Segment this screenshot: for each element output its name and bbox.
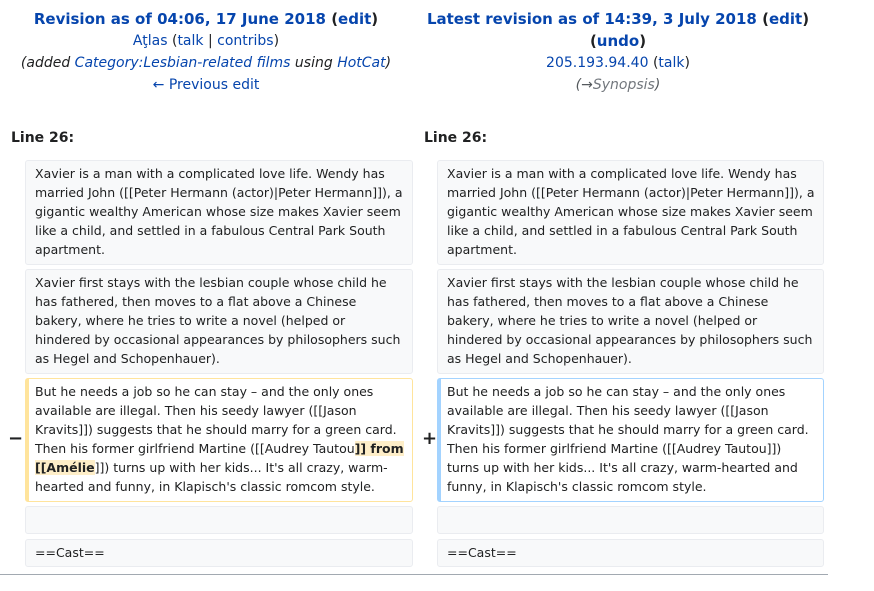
new-revision-title: Latest revision as of 14:39, 3 July 2018… [426,10,810,28]
new-user-link[interactable]: 205.193.94.40 [546,55,648,71]
old-edit-summary: (added Category:Lesbian-related films us… [20,55,392,71]
new-revision-header: Latest revision as of 14:39, 3 July 2018… [412,8,824,96]
cast-context-left: ==Cast== [25,539,413,567]
hotcat-link[interactable]: HotCat [337,55,385,71]
new-revision-link[interactable]: Latest revision as of 14:39, 3 July 2018 [427,10,757,28]
section-link[interactable]: Synopsis [593,77,655,93]
old-revision-title: Revision as of 04:06, 17 June 2018 (edit… [33,10,379,28]
old-revision-header: Revision as of 04:06, 17 June 2018 (edit… [0,8,412,96]
new-user-talk-link[interactable]: talk [658,55,684,71]
old-revision-user: Aţlas (talk | contribs) [132,33,280,49]
old-user-link[interactable]: Aţlas [133,33,168,49]
line-number-right: Line 26: [424,130,488,146]
line-number-left: Line 26: [11,130,75,146]
cast-context-right: ==Cast== [437,539,824,567]
category-link[interactable]: Category:Lesbian-related films [75,55,291,71]
previous-edit-link[interactable]: ← Previous edit [153,77,260,93]
deleted-line-marker: − [8,428,24,449]
divider [0,574,828,575]
added-line-marker: + [422,428,438,449]
undo-link[interactable]: undo [597,32,639,50]
deleted-line: But he needs a job so he can stay – and … [25,378,413,502]
empty-context-left [25,506,413,534]
new-edit-link[interactable]: edit [769,10,802,28]
context-line-right: Xavier is a man with a complicated love … [437,160,824,265]
old-edit-link[interactable]: edit [338,10,371,28]
added-line: But he needs a job so he can stay – and … [437,378,824,502]
old-user-contribs-link[interactable]: contribs [217,33,273,49]
context-line-left: Xavier is a man with a complicated love … [25,160,413,265]
old-revision-link[interactable]: Revision as of 04:06, 17 June 2018 [34,10,326,28]
context-line-left: Xavier first stays with the lesbian coup… [25,269,413,374]
empty-context-right [437,506,824,534]
old-user-talk-link[interactable]: talk [177,33,203,49]
new-revision-user: 205.193.94.40 (talk) [546,55,690,71]
new-edit-summary: (→Synopsis) [575,77,661,93]
context-line-right: Xavier first stays with the lesbian coup… [437,269,824,374]
